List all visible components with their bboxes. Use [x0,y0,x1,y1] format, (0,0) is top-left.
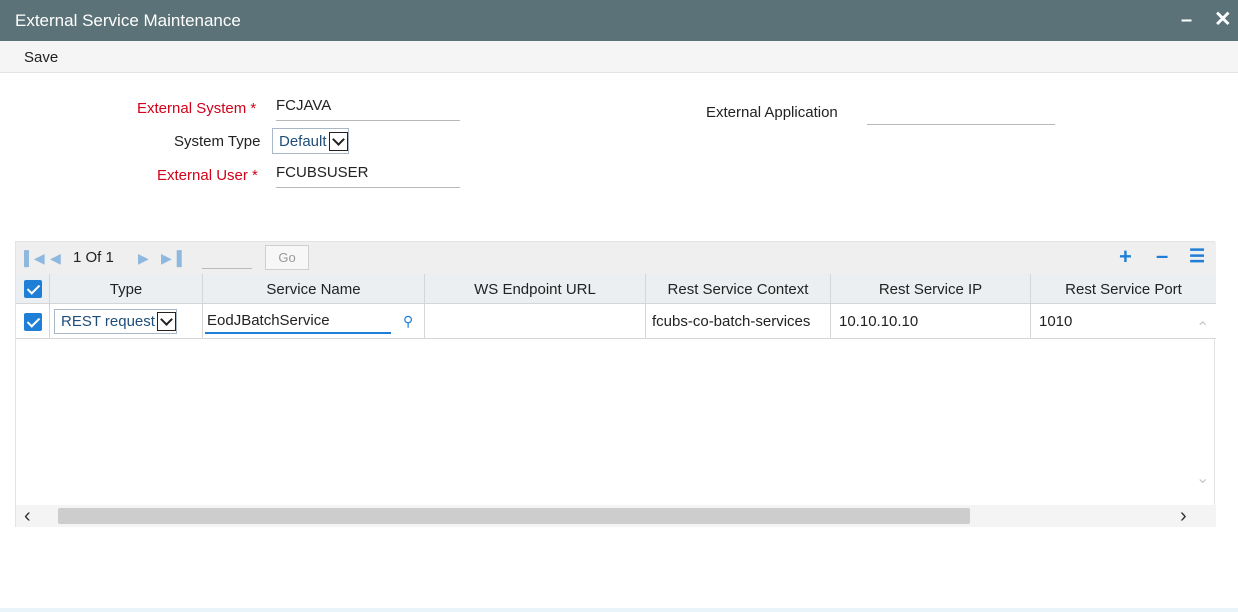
external-user-label: External User * [157,167,258,184]
search-icon[interactable]: ⚲ [403,313,413,330]
scroll-left-icon[interactable]: ‹ [24,505,31,528]
horizontal-scrollbar[interactable]: ‹ › [16,505,1216,527]
grid-header: Type Service Name WS Endpoint URL Rest S… [16,274,1216,304]
scrollbar-thumb[interactable] [58,508,970,524]
column-header-service-name[interactable]: Service Name [203,274,425,304]
rest-service-port-cell[interactable]: 1010 [1031,304,1191,339]
save-button[interactable]: Save [24,49,58,66]
column-header-rest-service-ip[interactable]: Rest Service IP [831,274,1031,304]
external-system-label: External System * [137,100,257,117]
row-select-cell[interactable] [16,304,50,339]
service-name-cell: EodJBatchService ⚲ [203,304,425,339]
title-bar: External Service Maintenance – ✕ [0,0,1238,41]
required-mark: * [252,167,258,184]
rest-service-ip-cell[interactable]: 10.10.10.10 [831,304,1031,339]
row-checkbox[interactable] [24,312,42,331]
toolbar: Save [0,41,1238,73]
system-type-label: System Type [174,133,261,150]
last-page-icon[interactable]: ▶▐ [161,250,182,267]
service-name-input[interactable]: EodJBatchService [205,309,391,334]
go-button[interactable]: Go [265,245,309,270]
external-system-field[interactable]: FCJAVA [276,95,460,121]
ws-endpoint-url-cell[interactable] [425,304,646,339]
minimize-icon[interactable]: – [1181,9,1192,32]
page-indicator: 1 Of 1 [73,249,114,266]
type-cell: REST request [50,304,203,339]
column-header-type[interactable]: Type [50,274,203,304]
single-view-icon[interactable]: ☰ [1189,246,1205,267]
required-mark: * [250,100,257,117]
service-grid: ▌◀ ◀ 1 Of 1 ▶ ▶▐ Go + – ☰ Type Service N… [15,241,1216,527]
close-icon[interactable]: ✕ [1214,7,1232,32]
select-all-checkbox[interactable] [23,280,42,298]
chevron-down-icon [328,131,348,151]
external-application-label: External Application [706,104,838,121]
system-type-value: Default [279,132,327,150]
rest-service-context-cell[interactable]: fcubs-co-batch-services [646,304,831,339]
chevron-down-icon [156,312,176,331]
column-header-rest-service-context[interactable]: Rest Service Context [646,274,831,304]
grid-pager: ▌◀ ◀ 1 Of 1 ▶ ▶▐ Go + – ☰ [16,242,1216,274]
page-number-input[interactable] [202,248,252,269]
type-value: REST request [61,313,155,330]
delete-row-icon[interactable]: – [1156,243,1168,269]
footer-bar [0,608,1238,612]
first-page-icon[interactable]: ▌◀ [24,250,45,267]
table-row: REST request EodJBatchService ⚲ fcubs-co… [16,304,1216,339]
column-header-rest-service-port[interactable]: Rest Service Port [1031,274,1216,304]
type-select[interactable]: REST request [54,309,177,334]
select-all-cell[interactable] [16,274,50,304]
scroll-down-icon[interactable]: ⌄ [1196,468,1209,488]
prev-page-icon[interactable]: ◀ [50,250,61,267]
scroll-right-icon[interactable]: › [1180,505,1187,528]
system-type-select[interactable]: Default [272,128,349,154]
external-application-field[interactable] [867,99,1055,125]
next-page-icon[interactable]: ▶ [138,250,149,267]
add-row-icon[interactable]: + [1119,244,1132,270]
external-user-field[interactable]: FCUBSUSER [276,162,460,188]
column-header-ws-endpoint-url[interactable]: WS Endpoint URL [425,274,646,304]
window-title: External Service Maintenance [15,11,241,30]
scroll-up-icon[interactable]: ⌃ [1196,318,1209,338]
